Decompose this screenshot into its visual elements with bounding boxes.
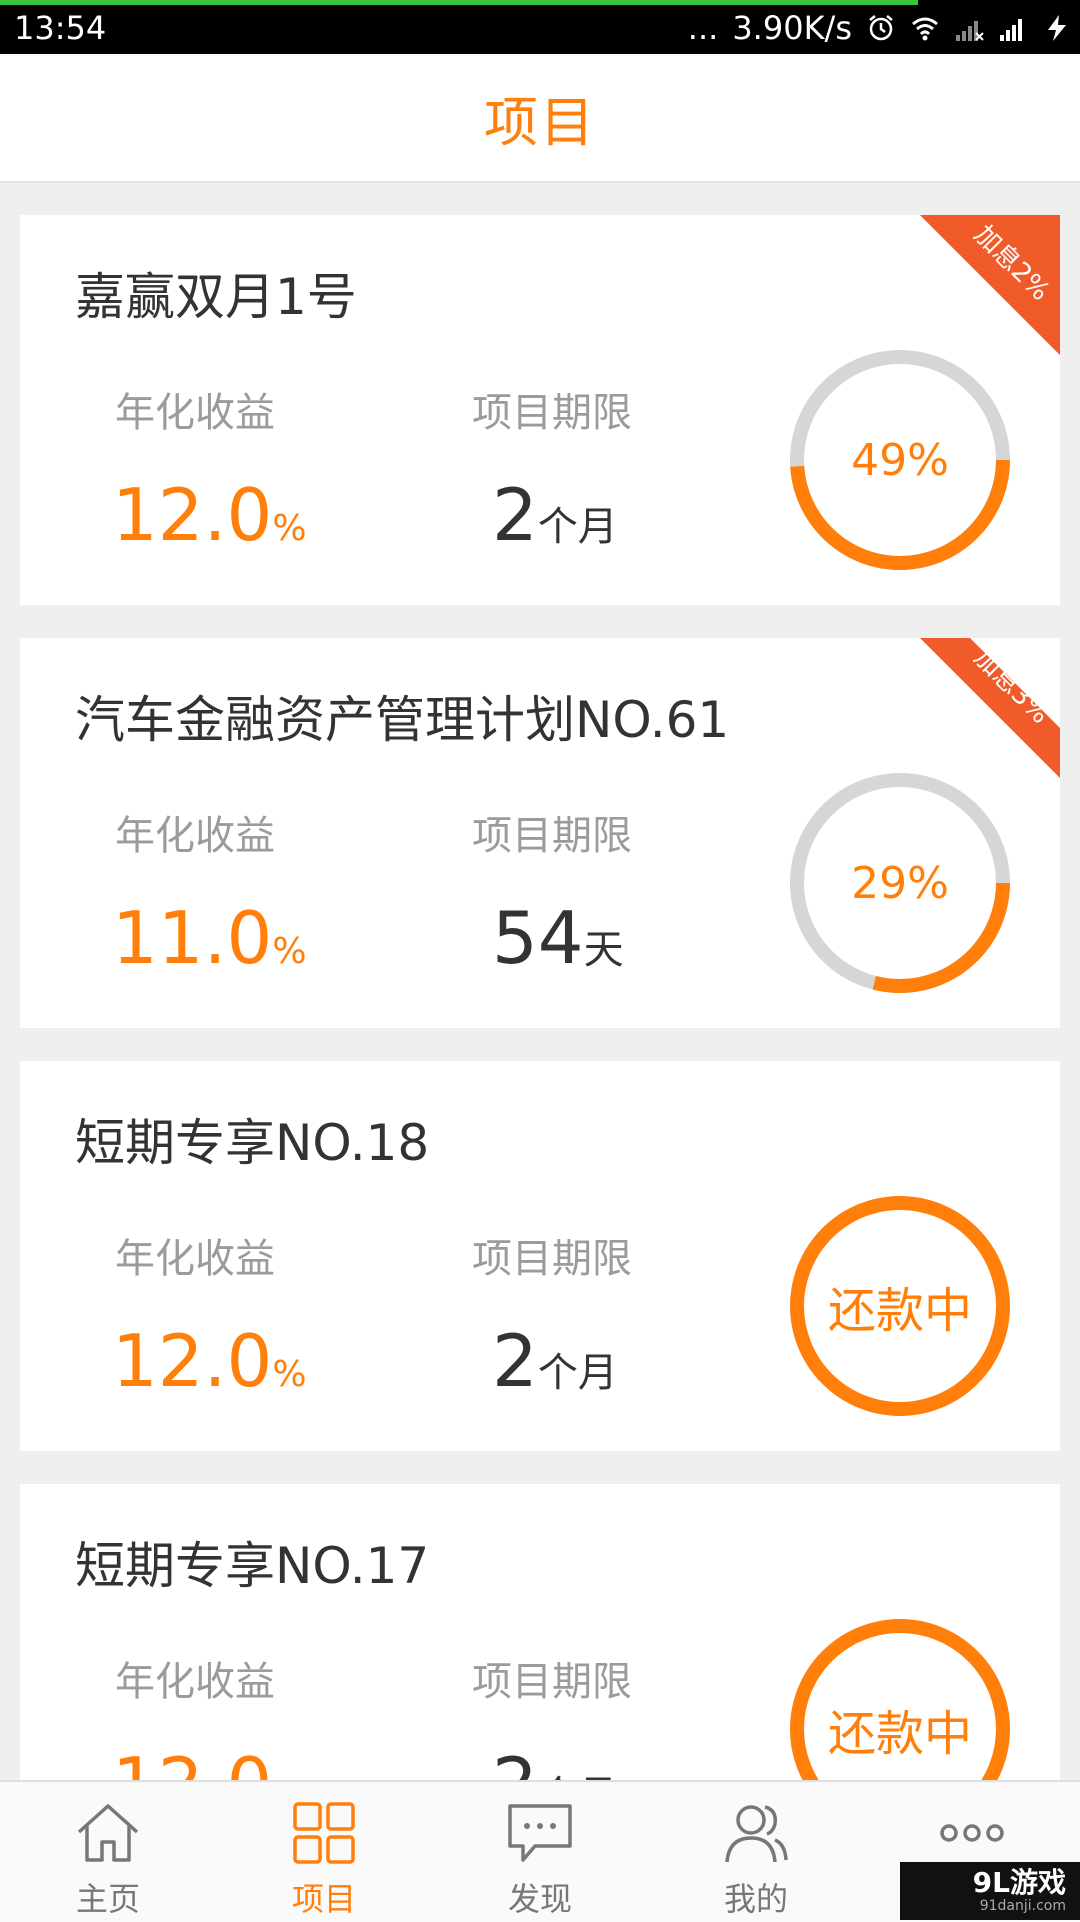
annual-rate: 11.0% [112,898,307,978]
term-label: 项目期限 [472,390,632,436]
project-name: 短期专享NO.17 [75,1537,430,1595]
project-term: 2个月 [492,475,618,555]
status-icons: ... 3.90K/s [688,8,1072,48]
rate-value: 11.0 [112,896,273,980]
nav-projects[interactable]: 项目 [224,1782,424,1922]
loading-progress-bar [0,0,918,5]
rate-label: 年化收益 [115,1236,275,1282]
rate-label: 年化收益 [115,1659,275,1705]
bonus-ribbon: 加息2% [920,215,1060,355]
term-label: 项目期限 [472,1236,632,1282]
rate-unit: % [272,931,307,972]
nav-home-label: 主页 [75,1880,140,1918]
project-name: 嘉赢双月1号 [75,268,357,326]
nav-projects-label: 项目 [291,1880,356,1918]
rate-value: 12.0 [112,1319,273,1403]
site-watermark: 9L游戏 91danji.com [900,1862,1080,1920]
progress-percent: 49% [851,434,949,486]
rate-label: 年化收益 [115,813,275,859]
rate-unit: % [272,1354,307,1395]
watermark-url: 91danji.com [979,1898,1066,1914]
rate-value: 12.0 [112,473,273,557]
term-value: 2 [492,1319,538,1403]
bonus-ribbon: 加息3% [920,638,1060,778]
term-value: 2 [492,473,538,557]
term-label: 项目期限 [472,813,632,859]
project-card[interactable]: 嘉赢双月1号 年化收益 项目期限 12.0% 2个月 49% 加息2% [20,215,1060,605]
project-card[interactable]: 短期专享NO.18 年化收益 项目期限 12.0% 2个月 还款中 [20,1061,1060,1451]
progress-percent: 29% [851,857,949,909]
charging-icon [1048,15,1066,41]
page-title: 项目 [484,91,596,154]
repayment-status: 还款中 [827,1283,972,1339]
grid-icon [293,1802,355,1864]
term-unit: 天 [583,927,624,973]
nav-discover[interactable]: 发现 [440,1782,640,1922]
chat-bubble-icon [508,1804,572,1862]
more-icon [940,1824,1004,1842]
nav-mine[interactable]: 我的 [656,1782,856,1922]
term-unit: 个月 [537,1350,618,1396]
signal-x-icon [956,21,984,41]
nav-mine-label: 我的 [723,1880,788,1918]
nav-home[interactable]: 主页 [8,1782,208,1922]
annual-rate: 12.0% [112,1321,307,1401]
term-value: 54 [492,896,584,980]
alarm-icon [869,15,893,41]
rate-label: 年化收益 [115,390,275,436]
wifi-icon [912,17,938,41]
nav-discover-label: 发现 [507,1880,572,1918]
app-header: 项目 [0,54,1080,183]
project-name: 短期专享NO.18 [75,1114,430,1172]
signal-icon [1000,19,1022,41]
rate-unit: % [272,508,307,549]
status-time: 13:54 [14,9,107,47]
home-icon [77,1804,139,1862]
project-card[interactable]: 汽车金融资产管理计划NO.61 年化收益 项目期限 11.0% 54天 29% … [20,638,1060,1028]
annual-rate: 12.0% [112,475,307,555]
project-term: 2个月 [492,1321,618,1401]
term-unit: 个月 [537,504,618,550]
watermark-logo-text: 9L游戏 [972,1866,1066,1899]
users-icon [725,1805,788,1863]
status-bar: 13:54 ... 3.90K/s [0,0,1080,54]
project-name: 汽车金融资产管理计划NO.61 [75,691,730,749]
status-dots: ... [687,9,719,47]
project-term: 54天 [492,898,624,978]
network-speed: 3.90K/s [732,9,852,47]
term-label: 项目期限 [472,1659,632,1705]
